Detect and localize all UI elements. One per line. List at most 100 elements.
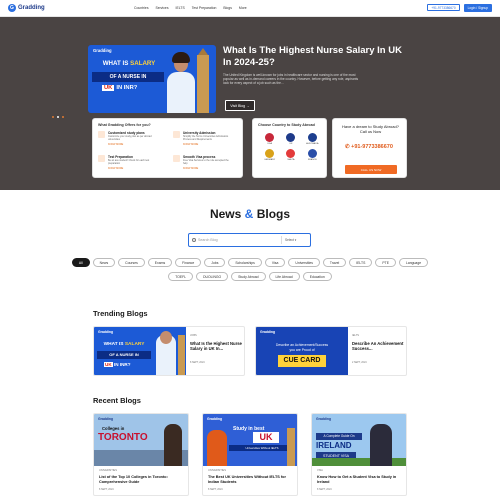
blog-thumbnail: Gradding A Complete Guide On IRELAND STU…: [312, 414, 406, 466]
pill-education[interactable]: Education: [302, 272, 332, 281]
call-panel: Have a dream to Study Abroad? Call us No…: [332, 118, 407, 178]
know-more-link[interactable]: KNOW MORE: [183, 143, 198, 146]
pill-visa[interactable]: Visa: [264, 258, 286, 267]
blog-date: 8 SEPT, 2024: [208, 488, 223, 491]
blog-thumbnail: Gradding Study in best UK Universities W…: [203, 414, 297, 466]
carousel-dot[interactable]: [62, 116, 64, 118]
country-malta[interactable]: MALTA: [280, 149, 301, 161]
pill-pte[interactable]: PTE: [375, 258, 396, 267]
logo-icon: G: [8, 4, 16, 12]
hero-image[interactable]: Gradding WHAT IS SALARY OF A NURSE IN UK…: [88, 45, 216, 113]
search-icon: [192, 238, 196, 242]
nav-blogs[interactable]: Blogs: [223, 6, 231, 10]
gradding-logo[interactable]: G Gradding: [8, 4, 48, 12]
top-navbar: G Gradding Countries Services IELTS Test…: [0, 0, 500, 17]
country-uk[interactable]: UK: [280, 133, 301, 145]
main-nav: Countries Services IELTS Test Preparatio…: [134, 6, 247, 10]
pill-courses[interactable]: Courses: [118, 258, 145, 267]
pill-study-abroad[interactable]: Study Abroad: [231, 272, 266, 281]
blog-date: 8 SEPT, 2024: [190, 361, 205, 364]
uk-flag-icon: [286, 133, 296, 142]
trending-blog-card[interactable]: Gradding WHAT IS SALARY OF A NURSE IN UK…: [93, 326, 245, 376]
hero-description: The United Kingdom is well-known for job…: [223, 73, 359, 86]
hero-image-line1: WHAT IS SALARY: [102, 60, 156, 67]
category-pills-row2: TOEFL DUOLINGO Study Abroad Life Abroad …: [0, 272, 500, 281]
offers-panel: What Gradding Offers for you? Customized…: [92, 118, 243, 178]
trending-blog-card[interactable]: Gradding Describe an Achievement/Success…: [255, 326, 407, 376]
nav-countries[interactable]: Countries: [134, 6, 149, 10]
blog-date: 8 SEPT, 2024: [99, 488, 114, 491]
trending-blogs-heading: Trending Blogs: [93, 309, 148, 318]
logo-text: Gradding: [18, 5, 45, 11]
big-ben-illustration: [197, 48, 209, 113]
pill-universities[interactable]: Universities: [288, 258, 320, 267]
blog-thumbnail: Gradding Describe an Achievement/Success…: [256, 327, 348, 375]
country-title: Choose Country to Study Abroad: [258, 123, 315, 127]
offer-item: Customized study plans Customize your st…: [98, 131, 158, 147]
call-us-button[interactable]: CALL US NOW: [345, 165, 397, 174]
know-more-link[interactable]: KNOW MORE: [108, 167, 123, 170]
carousel-dot[interactable]: [52, 116, 54, 118]
call-phone-number[interactable]: ✆ +91-9773386670: [345, 144, 393, 150]
pill-exams[interactable]: Exams: [147, 258, 173, 267]
nurse-illustration: [166, 52, 196, 113]
carousel-dot[interactable]: [57, 116, 59, 118]
recent-blogs-heading: Recent Blogs: [93, 396, 141, 405]
pill-travel[interactable]: Travel: [322, 258, 347, 267]
nav-services[interactable]: Services: [156, 6, 169, 10]
offer-item: University Admission Simplify the Terms …: [173, 131, 233, 147]
pill-language[interactable]: Language: [399, 258, 429, 267]
blog-title[interactable]: Describe An Achievement Success...: [352, 341, 404, 351]
hero-image-line3: UK IN INR?: [102, 85, 138, 91]
search-input[interactable]: Search Blog: [198, 238, 218, 242]
pill-news[interactable]: News: [92, 258, 116, 267]
pill-jobs[interactable]: Jobs: [204, 258, 226, 267]
visit-blog-button[interactable]: Visit Blog →: [225, 100, 255, 111]
login-signup-button[interactable]: Login / Signup: [463, 4, 492, 12]
pill-ielts[interactable]: IELTS: [349, 258, 373, 267]
call-panel-title: Have a dream to Study Abroad? Call us No…: [342, 124, 399, 134]
pill-life-abroad[interactable]: Life Abroad: [268, 272, 300, 281]
usa-flag-icon: [265, 133, 275, 142]
carousel-dots: [52, 116, 64, 118]
recent-blog-card[interactable]: Gradding A Complete Guide On IRELAND STU…: [311, 413, 407, 496]
nav-test-preparation[interactable]: Test Preparation: [192, 6, 217, 10]
recent-blog-card[interactable]: Gradding Study in best UK Universities W…: [202, 413, 298, 496]
country-usa[interactable]: USA: [259, 133, 280, 145]
study-plan-icon: [98, 131, 105, 138]
nav-ielts[interactable]: IELTS: [176, 6, 185, 10]
blog-title[interactable]: List of the Top 10 Colleges in Toronto: …: [99, 475, 185, 484]
blog-title[interactable]: What Is the Highest Nurse Salary in UK I…: [190, 341, 242, 351]
nav-more[interactable]: More: [239, 6, 247, 10]
know-more-link[interactable]: KNOW MORE: [108, 143, 123, 146]
blog-title[interactable]: Know How to Get a Student Visa to Study …: [317, 475, 403, 484]
germany-flag-icon: [265, 149, 275, 158]
blog-thumbnail: Gradding Colleges in TORONTO: [94, 414, 188, 466]
test-prep-icon: [98, 155, 105, 162]
pill-all[interactable]: All: [71, 258, 90, 267]
category-select[interactable]: Select ▾: [281, 236, 301, 244]
malta-flag-icon: [286, 149, 296, 158]
pill-toefl[interactable]: TOEFL: [168, 272, 194, 281]
blog-search-bar[interactable]: Search Blog Select ▾: [188, 233, 311, 247]
country-germany[interactable]: GERMANY: [259, 149, 280, 161]
know-more-link[interactable]: KNOW MORE: [183, 167, 198, 170]
university-icon: [173, 131, 180, 138]
pill-scholarships[interactable]: Scholarships: [228, 258, 262, 267]
hero-banner: Gradding WHAT IS SALARY OF A NURSE IN UK…: [0, 17, 500, 190]
blog-title[interactable]: The Best UK Universities Without IELTS f…: [208, 475, 294, 484]
phone-icon: ✆: [345, 144, 350, 150]
blog-date: 2 SEPT, 2024: [352, 361, 367, 364]
blog-date: 8 SEPT, 2024: [317, 488, 332, 491]
pill-duolingo[interactable]: DUOLINGO: [196, 272, 229, 281]
france-flag-icon: [307, 149, 317, 158]
country-australia[interactable]: AUSTRALIA: [302, 133, 323, 145]
hero-title: What Is The Highest Nurse Salary In UK I…: [223, 45, 402, 68]
pill-finance[interactable]: Finance: [175, 258, 202, 267]
offer-item: Smooth Visa process Free Visa Services t…: [173, 155, 233, 171]
country-france[interactable]: FRANCE: [302, 149, 323, 161]
phone-button[interactable]: +91-9773386670: [427, 4, 460, 11]
news-blogs-heading: News & Blogs: [209, 207, 291, 221]
blog-thumbnail: Gradding WHAT IS SALARY OF A NURSE IN UK…: [94, 327, 186, 375]
recent-blog-card[interactable]: Gradding Colleges in TORONTO UNIVERSITIE…: [93, 413, 189, 496]
